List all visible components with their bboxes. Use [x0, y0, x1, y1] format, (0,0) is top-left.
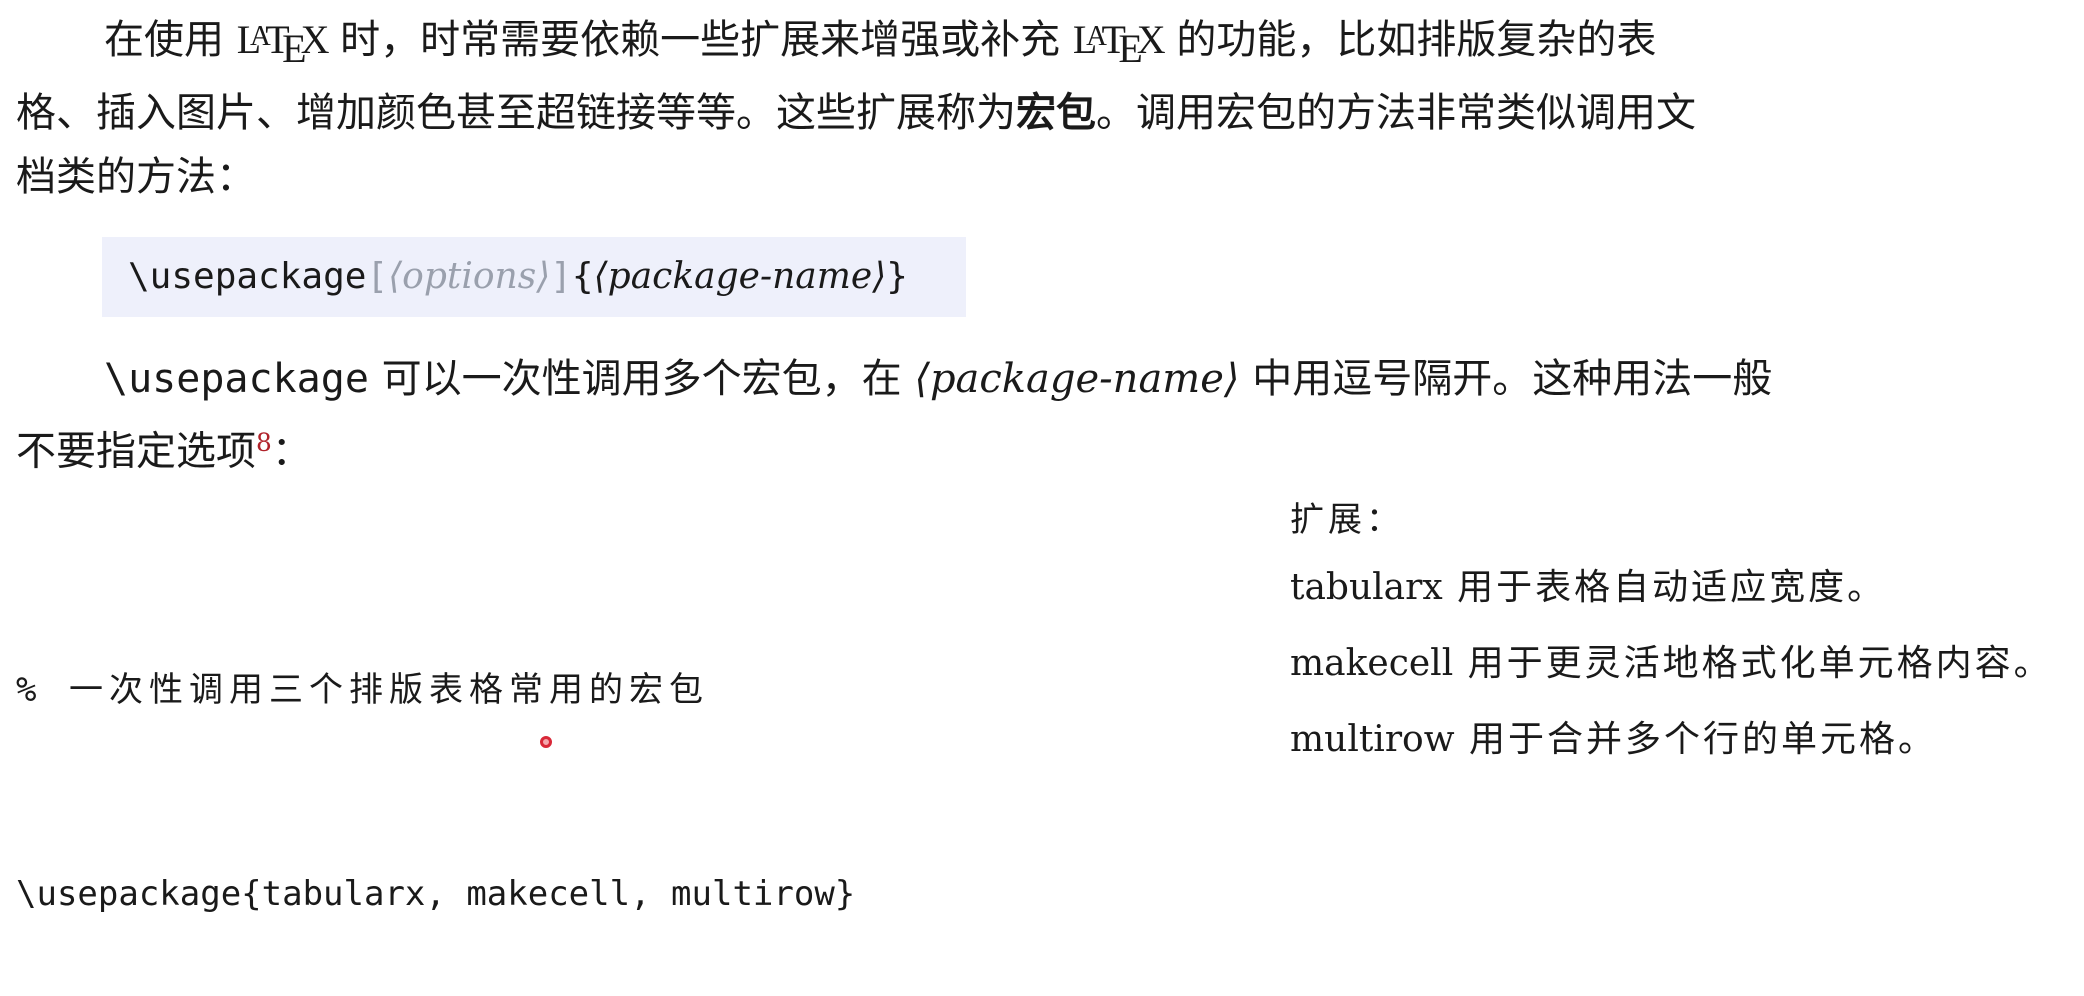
- extension-notes: 扩展： tabularx 用于表格自动适应宽度。 makecell 用于更灵活地…: [1290, 490, 2053, 778]
- latex-logo: LATEX: [1073, 17, 1166, 71]
- para2-line-2: 不要指定选项8：: [16, 411, 1846, 484]
- cursor-indicator-icon: [540, 736, 552, 748]
- note-name: tabularx: [1290, 567, 1443, 608]
- term-package: 宏包: [1016, 88, 1096, 136]
- intro-text-1: 在使用: [104, 17, 237, 64]
- latex-logo: LATEX: [237, 17, 330, 71]
- intro-text-5: 。调用宏包的方法非常类似调用文: [1096, 89, 1696, 136]
- para2-text-2: 中用逗号隔开。这种用法一般: [1239, 356, 1773, 402]
- intro-line-3: 档类的方法：: [16, 153, 256, 200]
- code-open-bracket: [: [366, 256, 389, 297]
- code-command: \usepackage: [128, 256, 367, 297]
- code-close-bracket: ]: [550, 256, 572, 297]
- note-item-tabularx: tabularx 用于表格自动适应宽度。: [1290, 550, 2053, 626]
- note-name: multirow: [1290, 719, 1455, 760]
- note-desc: 用于更灵活地格式化单元格内容。: [1453, 643, 2053, 684]
- code-package-arg: ⟨package-name⟩: [593, 256, 887, 297]
- code-snippet: % 一次性调用三个排版表格常用的宏包 \usepackage{tabularx,…: [16, 520, 855, 996]
- note-item-multirow: multirow 用于合并多个行的单元格。: [1290, 702, 2053, 778]
- code-close-brace: }: [886, 256, 908, 297]
- snippet-comment: % 一次性调用三个排版表格常用的宏包: [16, 670, 709, 710]
- code-options-arg: ⟨options⟩: [388, 256, 551, 297]
- usage-code-box: \usepackage[⟨options⟩]{⟨package-name⟩}: [102, 237, 966, 317]
- para2-text-4: ：: [271, 428, 312, 475]
- latex-logo-x: X: [1136, 17, 1166, 63]
- inline-package-arg: ⟨package-name⟩: [914, 356, 1240, 402]
- intro-text-4: 格、插入图片、增加颜色甚至超链接等等。这些扩展称为: [16, 89, 1016, 136]
- note-desc: 用于合并多个行的单元格。: [1454, 719, 1937, 760]
- note-item-makecell: makecell 用于更灵活地格式化单元格内容。: [1290, 626, 2053, 702]
- note-desc: 用于表格自动适应宽度。: [1442, 567, 1887, 608]
- intro-paragraph: 在使用 LATEX 时，时常需要依赖一些扩展来增强或补充 LATEX 的功能，比…: [16, 4, 1846, 209]
- intro-line-1: 在使用 LATEX 时，时常需要依赖一些扩展来增强或补充 LATEX 的功能，比…: [16, 4, 1846, 81]
- note-name: makecell: [1290, 643, 1454, 684]
- intro-text-2: 时，时常需要依赖一些扩展来增强或补充: [327, 17, 1073, 64]
- para2-text-3: 不要指定选项: [16, 428, 256, 475]
- notes-title: 扩展：: [1290, 500, 1404, 540]
- intro-line-2: 格、插入图片、增加颜色甚至超链接等等。这些扩展称为宏包。调用宏包的方法非常类似调…: [16, 81, 1846, 145]
- inline-command: \usepackage: [104, 356, 369, 402]
- multi-package-paragraph: \usepackage 可以一次性调用多个宏包，在 ⟨package-name⟩…: [16, 347, 1846, 484]
- footnote-marker[interactable]: 8: [256, 428, 272, 457]
- para2-line-1: \usepackage 可以一次性调用多个宏包，在 ⟨package-name⟩…: [16, 347, 1846, 411]
- snippet-code: \usepackage{tabularx, makecell, multirow…: [16, 874, 856, 914]
- intro-text-3: 的功能，比如排版复杂的表: [1163, 17, 1657, 64]
- code-open-brace: {: [571, 256, 594, 297]
- para2-text-1: 可以一次性调用多个宏包，在: [368, 356, 915, 402]
- latex-logo-x: X: [300, 17, 330, 63]
